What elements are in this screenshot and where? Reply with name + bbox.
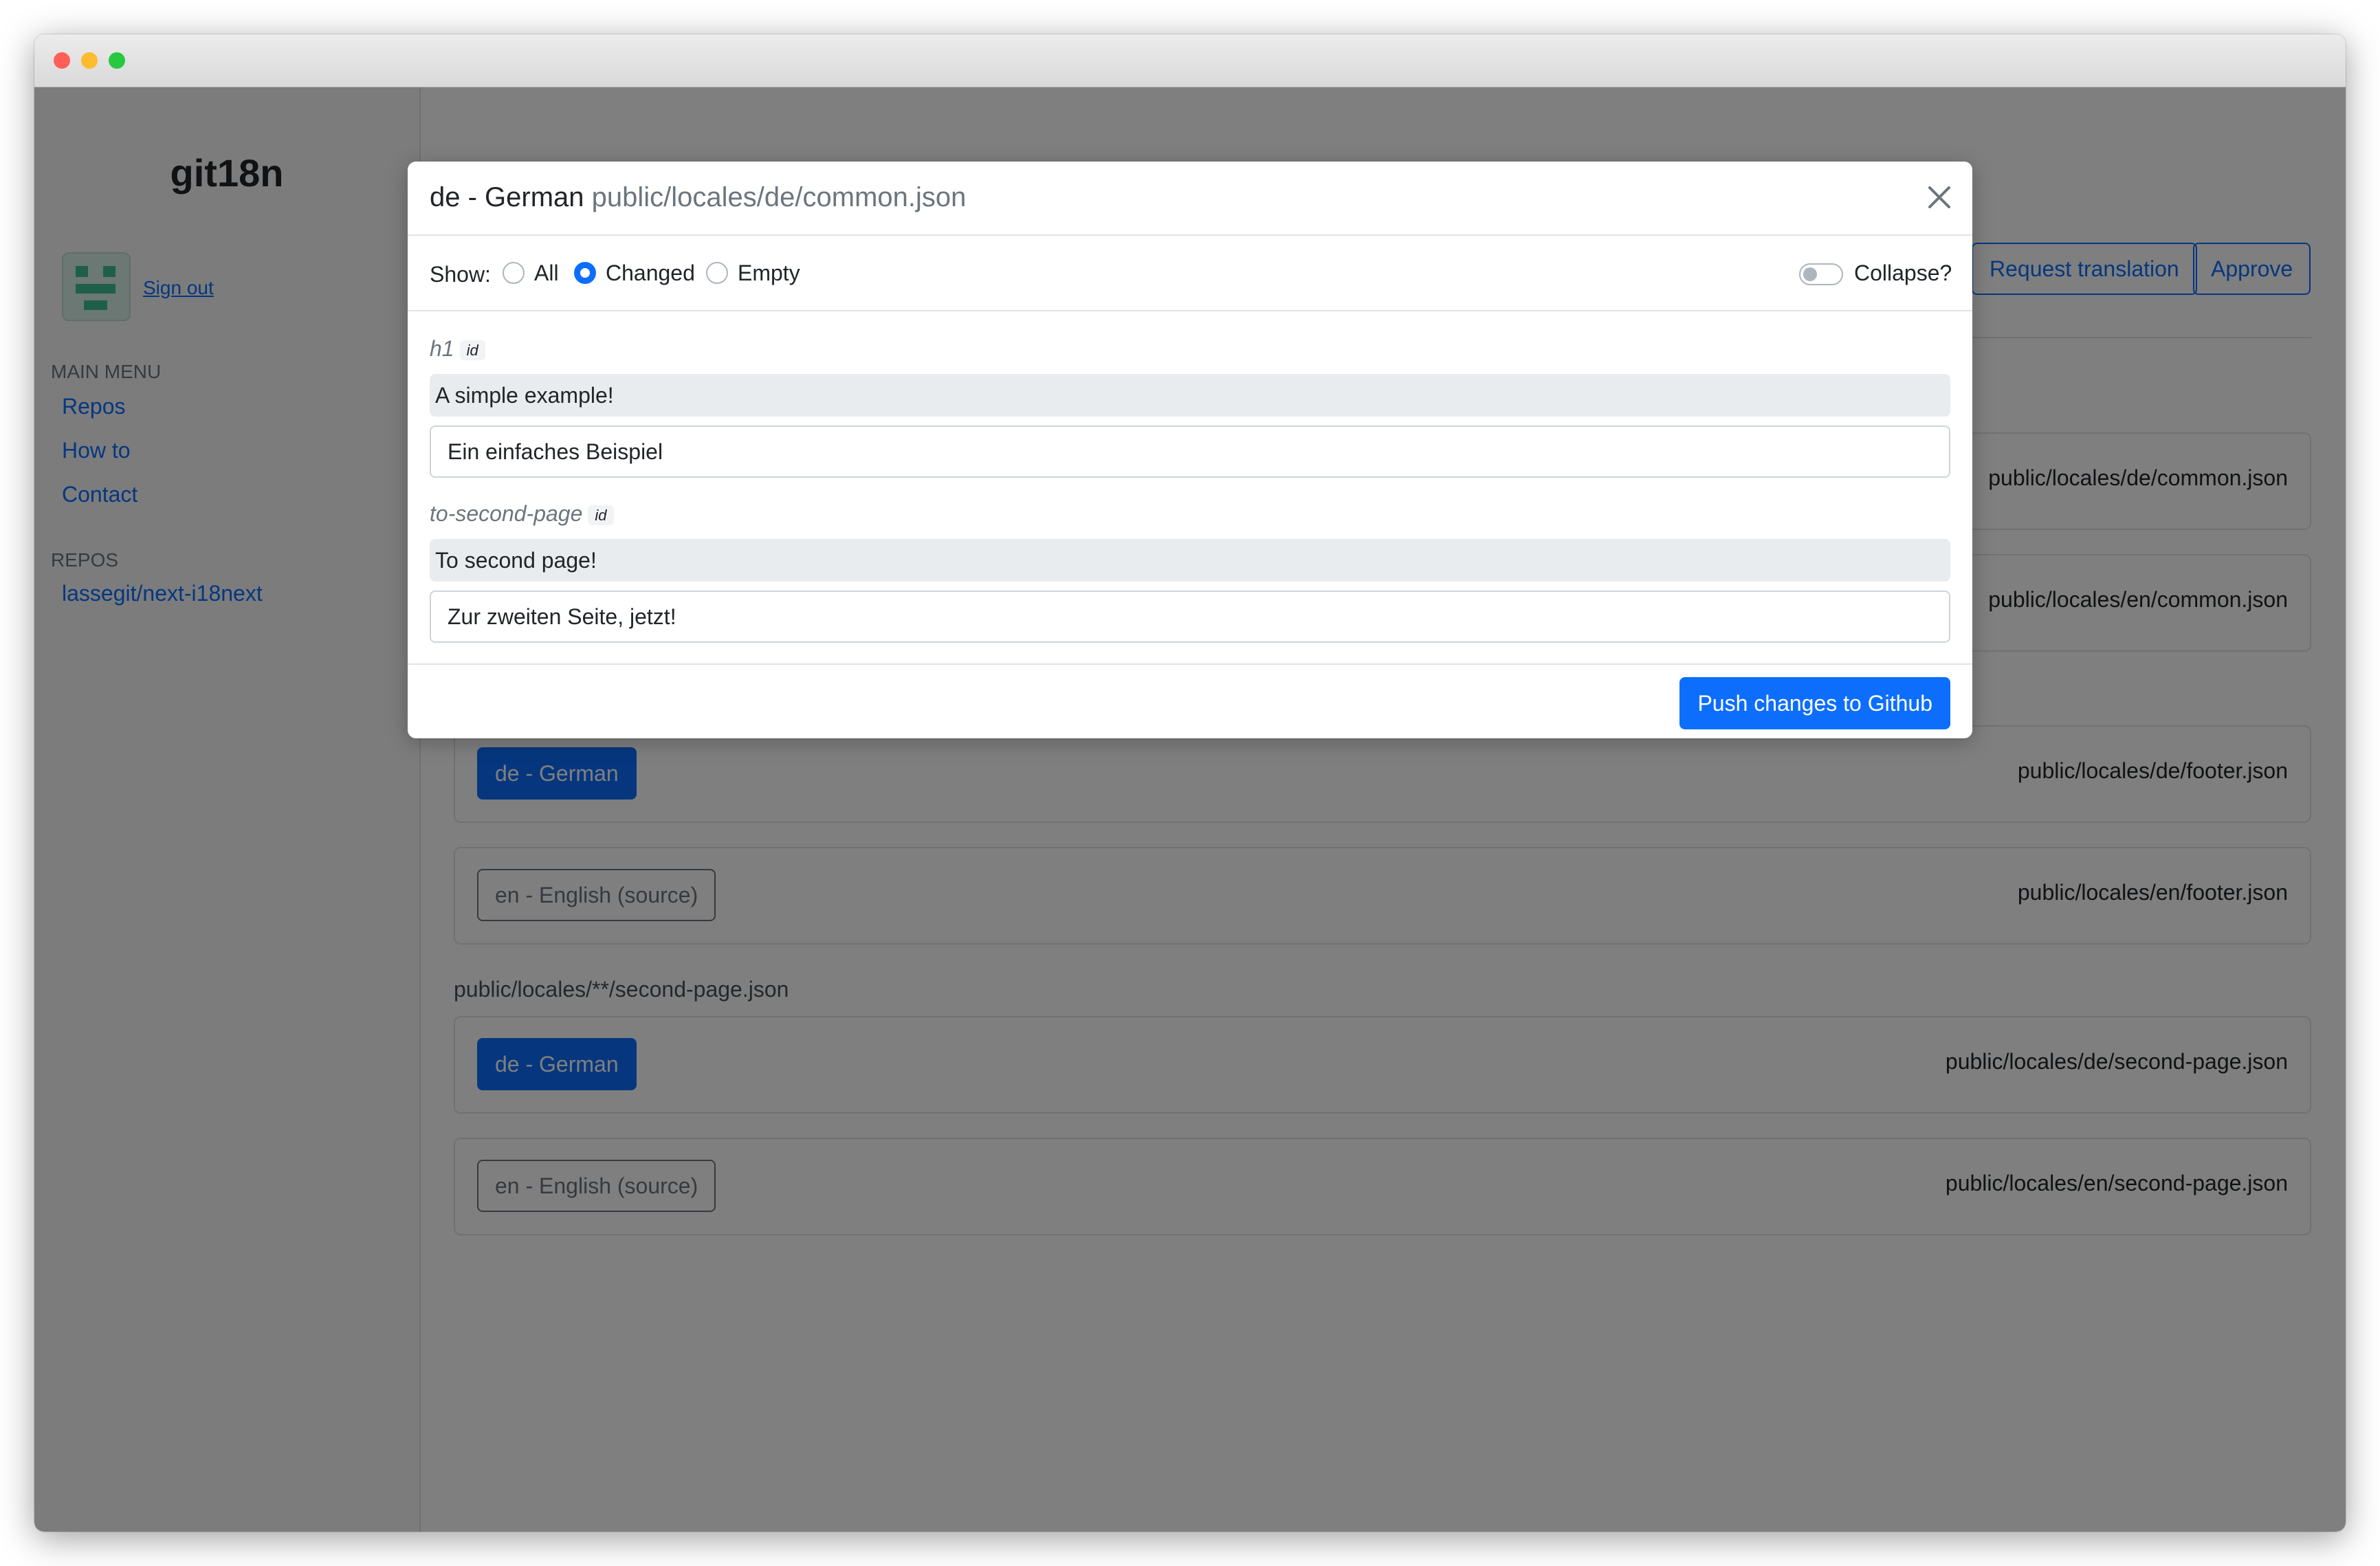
modal-title: de - German public/locales/de/common.jso…: [430, 182, 966, 213]
collapse-label: Collapse?: [1854, 261, 1952, 285]
collapse-toggle[interactable]: [1799, 263, 1843, 285]
close-window-button[interactable]: [54, 52, 70, 69]
translation-input[interactable]: Ein einfaches Beispiel: [430, 426, 1950, 478]
radio-empty-label[interactable]: Empty: [738, 261, 800, 286]
maximize-window-button[interactable]: [109, 52, 125, 69]
modal-footer: Push changes to Github: [408, 663, 1972, 738]
entry-key: h1 id: [430, 336, 485, 362]
id-badge: id: [459, 340, 485, 360]
id-badge: id: [588, 505, 614, 525]
radio-all-label[interactable]: All: [534, 261, 559, 286]
minimize-window-button[interactable]: [81, 52, 98, 69]
modal-header: de - German public/locales/de/common.jso…: [408, 162, 1972, 236]
entry-key-label: to-second-page: [430, 501, 583, 526]
translation-input[interactable]: Zur zweiten Seite, jetzt!: [430, 591, 1950, 643]
filter-bar: Show: All Changed Empty Collapse?: [408, 236, 1972, 311]
radio-changed[interactable]: [574, 262, 596, 284]
radio-all[interactable]: [503, 262, 525, 284]
entry-key: to-second-page id: [430, 501, 614, 527]
close-icon[interactable]: [1920, 178, 1959, 217]
source-text: To second page!: [430, 539, 1950, 582]
modal-title-path: public/locales/de/common.json: [591, 182, 967, 212]
push-changes-button[interactable]: Push changes to Github: [1679, 677, 1950, 729]
app-window: git18n Sign out MAIN MENU Repos How to C…: [34, 34, 2346, 1532]
modal-title-language: de - German: [430, 182, 584, 212]
window-titlebar: [34, 34, 2346, 87]
radio-empty[interactable]: [706, 262, 728, 284]
radio-changed-label[interactable]: Changed: [606, 261, 695, 286]
translation-modal: de - German public/locales/de/common.jso…: [408, 162, 1972, 738]
entry-key-label: h1: [430, 336, 454, 361]
source-text: A simple example!: [430, 374, 1950, 417]
app-root: git18n Sign out MAIN MENU Repos How to C…: [34, 87, 2346, 1532]
show-label: Show:: [430, 262, 491, 287]
